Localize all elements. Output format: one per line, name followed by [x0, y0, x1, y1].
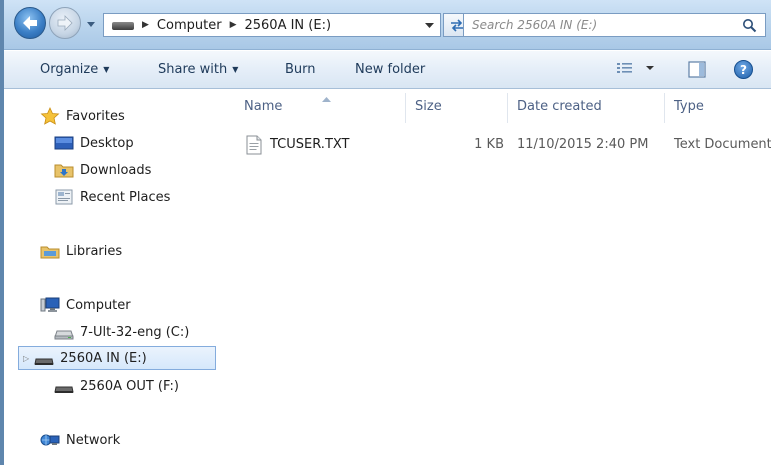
command-bar: Organize ▼ Share with ▼ Burn New folder ?: [4, 51, 771, 89]
nav-drive-f-label: 2560A OUT (F:): [80, 378, 179, 394]
view-details-icon: [617, 63, 632, 73]
column-divider[interactable]: [664, 93, 665, 123]
chevron-down-icon: ▼: [232, 65, 239, 74]
nav-drive-e-label: 2560A IN (E:): [60, 350, 147, 366]
nav-favorites-label: Favorites: [66, 108, 125, 124]
breadcrumb-current-drive[interactable]: 2560A IN (E:): [244, 18, 331, 33]
breadcrumb-separator-icon[interactable]: ▶: [230, 20, 237, 30]
search-box[interactable]: [463, 13, 766, 37]
help-button[interactable]: ?: [734, 60, 753, 79]
network-icon: [40, 434, 60, 446]
magnifier-icon[interactable]: [742, 18, 757, 33]
computer-icon: [40, 297, 60, 312]
forward-button[interactable]: [49, 7, 81, 39]
nav-recent-places-label: Recent Places: [80, 189, 171, 205]
sort-ascending-icon: [322, 97, 331, 102]
forward-arrow-icon: [57, 15, 73, 31]
nav-network[interactable]: Network: [40, 428, 120, 452]
nav-recent-places[interactable]: Recent Places: [54, 185, 170, 209]
nav-favorites[interactable]: Favorites: [40, 104, 125, 128]
back-button[interactable]: [14, 7, 46, 39]
burn-button[interactable]: Burn: [285, 62, 316, 77]
column-header-name-label: Name: [244, 99, 283, 114]
text-file-icon: [246, 135, 262, 155]
file-row[interactable]: TCUSER.TXT 1 KB 11/10/2015 2:40 PM Text …: [240, 133, 771, 157]
back-arrow-icon: [23, 16, 37, 30]
nav-computer[interactable]: Computer: [40, 293, 131, 317]
file-size: 1 KB: [474, 137, 504, 152]
nav-drive-e[interactable]: ▷ 2560A IN (E:): [18, 346, 216, 370]
nav-libraries[interactable]: Libraries: [40, 239, 122, 263]
organize-menu-button[interactable]: Organize ▼: [40, 62, 109, 77]
share-with-menu-button[interactable]: Share with ▼: [158, 62, 238, 77]
chevron-down-icon: ▼: [103, 65, 110, 74]
column-divider[interactable]: [405, 93, 406, 123]
file-list-pane: Name Size Date created Type TCUSER.TXT 1…: [240, 90, 771, 465]
address-dropdown-icon[interactable]: [425, 22, 434, 29]
new-folder-button[interactable]: New folder: [355, 62, 425, 77]
title-bar: ▶ Computer ▶ 2560A IN (E:): [0, 0, 771, 50]
file-name: TCUSER.TXT: [270, 137, 350, 152]
expand-arrow-icon[interactable]: ▷: [23, 354, 29, 363]
nav-downloads[interactable]: Downloads: [54, 158, 151, 182]
organize-label: Organize: [40, 62, 99, 77]
libraries-icon: [40, 246, 60, 259]
drive-icon: [112, 21, 134, 30]
star-icon: [40, 107, 60, 125]
chevron-down-icon: [646, 66, 654, 70]
column-header-name[interactable]: Name: [244, 97, 331, 114]
hard-drive-icon: [54, 330, 74, 340]
downloads-folder-icon: [54, 164, 74, 178]
file-type: Text Document: [674, 137, 771, 152]
column-divider[interactable]: [507, 93, 508, 123]
preview-pane-icon[interactable]: [688, 61, 706, 78]
nav-drive-c-label: 7-Ult-32-eng (C:): [80, 324, 190, 340]
nav-drive-f[interactable]: 2560A OUT (F:): [54, 374, 179, 398]
removable-drive-icon: [54, 386, 74, 393]
desktop-icon: [54, 136, 74, 150]
nav-desktop[interactable]: Desktop: [54, 131, 134, 155]
nav-network-label: Network: [66, 432, 121, 448]
nav-computer-label: Computer: [66, 297, 131, 313]
recent-pages-dropdown-icon[interactable]: [86, 19, 96, 29]
address-bar[interactable]: ▶ Computer ▶ 2560A IN (E:): [103, 13, 441, 37]
search-input[interactable]: [472, 15, 742, 35]
nav-downloads-label: Downloads: [80, 162, 152, 178]
recent-places-icon: [55, 189, 73, 205]
breadcrumb-computer[interactable]: Computer: [157, 18, 222, 33]
column-header-date-created[interactable]: Date created: [517, 99, 602, 114]
removable-drive-icon: [34, 358, 54, 365]
navigation-pane: Favorites Desktop Downloads Recent Place…: [4, 90, 239, 465]
change-view-button[interactable]: [616, 61, 654, 75]
nav-libraries-label: Libraries: [66, 243, 123, 259]
column-header-type[interactable]: Type: [674, 99, 704, 114]
nav-desktop-label: Desktop: [80, 135, 134, 151]
share-with-label: Share with: [158, 62, 228, 77]
breadcrumb-separator-icon[interactable]: ▶: [142, 20, 149, 30]
file-date-created: 11/10/2015 2:40 PM: [517, 137, 649, 152]
nav-drive-c[interactable]: 7-Ult-32-eng (C:): [54, 320, 189, 344]
column-header-size[interactable]: Size: [415, 99, 442, 114]
